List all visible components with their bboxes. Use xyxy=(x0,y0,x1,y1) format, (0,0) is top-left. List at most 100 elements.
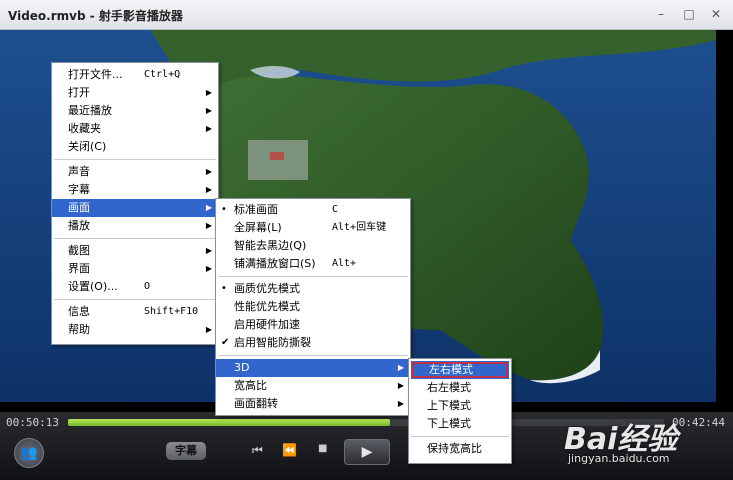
menu-item-open[interactable]: 打开 ▶ xyxy=(52,84,218,102)
menu-item-label: 截图 xyxy=(68,244,90,257)
menu-item-right-left[interactable]: 右左模式 xyxy=(409,379,511,397)
submenu-arrow-icon: ▶ xyxy=(205,124,212,133)
menu-item-standard-picture[interactable]: • 标准画面 C xyxy=(216,201,410,219)
maximize-button[interactable]: □ xyxy=(680,6,698,22)
menu-item-quality-mode[interactable]: • 画质优先模式 xyxy=(216,280,410,298)
menu-item-shortcut: O xyxy=(144,281,151,292)
submenu-arrow-icon: ▶ xyxy=(205,246,212,255)
menu-item-bottom-top[interactable]: 下上模式 xyxy=(409,415,511,433)
rewind-icon[interactable]: ⏪ xyxy=(282,443,297,457)
submenu-arrow-icon: ▶ xyxy=(397,363,404,372)
submenu-arrow-icon: ▶ xyxy=(205,167,212,176)
menu-item-help[interactable]: 帮助 ▶ xyxy=(52,321,218,339)
menu-item-label: 字幕 xyxy=(68,183,90,196)
menu-item-flip[interactable]: 画面翻转 ▶ xyxy=(216,395,410,413)
menu-item-aspect-ratio[interactable]: 宽高比 ▶ xyxy=(216,377,410,395)
menu-item-hardware-accel[interactable]: 启用硬件加速 xyxy=(216,316,410,334)
menu-item-label: 画面翻转 xyxy=(234,397,278,410)
menu-item-label: 最近播放 xyxy=(68,104,112,117)
menu-item-label: 画质优先模式 xyxy=(234,282,300,295)
menu-item-top-bottom[interactable]: 上下模式 xyxy=(409,397,511,415)
menu-item-label: 声音 xyxy=(68,165,90,178)
radio-dot-icon: • xyxy=(221,204,227,215)
menu-item-shortcut: Alt+回车键 xyxy=(332,222,387,233)
menu-item-playback[interactable]: 播放 ▶ xyxy=(52,217,218,235)
previous-icon[interactable]: ⏮ xyxy=(252,443,263,458)
submenu-arrow-icon: ▶ xyxy=(205,203,212,212)
context-menu: 打开文件... Ctrl+Q 打开 ▶ 最近播放 ▶ 收藏夹 ▶ 关闭(C) 声音 ▶ 字… xyxy=(51,62,219,345)
submenu-arrow-icon: ▶ xyxy=(205,185,212,194)
picture-submenu: • 标准画面 C 全屏幕(L) Alt+回车键 智能去黑边(Q) 铺满播放窗口(S) A… xyxy=(215,198,411,416)
menu-separator xyxy=(54,159,216,160)
menu-item-label: 打开 xyxy=(68,86,90,99)
menu-item-label: 上下模式 xyxy=(427,399,471,412)
seek-bar-fill xyxy=(68,419,390,426)
menu-separator xyxy=(54,299,216,300)
menu-item-label: 标准画面 xyxy=(234,203,278,216)
submenu-arrow-icon: ▶ xyxy=(205,325,212,334)
menu-item-label: 下上模式 xyxy=(427,417,471,430)
minimize-button[interactable]: – xyxy=(652,6,670,22)
menu-item-label: 设置(O)... xyxy=(68,280,118,293)
radio-dot-icon: • xyxy=(221,283,227,294)
menu-item-keep-aspect[interactable]: 保持宽高比 xyxy=(409,440,511,458)
menu-item-label: 宽高比 xyxy=(234,379,267,392)
menu-item-interface[interactable]: 界面 ▶ xyxy=(52,260,218,278)
time-elapsed: 00:50:13 xyxy=(6,416,59,429)
close-button[interactable]: ✕ xyxy=(707,6,725,22)
menu-item-fill-window[interactable]: 铺满播放窗口(S) Alt+ xyxy=(216,255,410,273)
menu-item-shortcut: C xyxy=(332,204,339,215)
subtitle-button[interactable]: 字幕 xyxy=(166,442,206,460)
submenu-arrow-icon: ▶ xyxy=(397,399,404,408)
menu-item-close[interactable]: 关闭(C) xyxy=(52,138,218,156)
menu-item-label: 播放 xyxy=(68,219,90,232)
menu-item-label: 铺满播放窗口(S) xyxy=(234,257,316,270)
menu-item-settings[interactable]: 设置(O)... O xyxy=(52,278,218,296)
menu-item-favorites[interactable]: 收藏夹 ▶ xyxy=(52,120,218,138)
checkmark-icon: ✔ xyxy=(221,337,230,348)
menu-separator xyxy=(54,238,216,239)
watermark-url: jingyan.baidu.com xyxy=(568,452,670,465)
menu-item-subtitles[interactable]: 字幕 ▶ xyxy=(52,181,218,199)
menu-item-info[interactable]: 信息 Shift+F10 xyxy=(52,303,218,321)
menu-item-label: 收藏夹 xyxy=(68,122,101,135)
menu-item-fullscreen[interactable]: 全屏幕(L) Alt+回车键 xyxy=(216,219,410,237)
menu-separator xyxy=(411,436,509,437)
window-title: Video.rmvb - 射手影音播放器 xyxy=(8,9,183,23)
menu-item-open-file[interactable]: 打开文件... Ctrl+Q xyxy=(52,66,218,84)
stop-icon[interactable]: ■ xyxy=(318,443,327,454)
menu-separator xyxy=(218,355,408,356)
menu-item-label: 关闭(C) xyxy=(68,140,107,153)
menu-item-picture[interactable]: 画面 ▶ xyxy=(52,199,218,217)
menu-item-label: 帮助 xyxy=(68,323,90,336)
submenu-arrow-icon: ▶ xyxy=(205,221,212,230)
menu-item-audio[interactable]: 声音 ▶ xyxy=(52,163,218,181)
menu-item-smart-crop[interactable]: 智能去黑边(Q) xyxy=(216,237,410,255)
menu-item-label: 全屏幕(L) xyxy=(234,221,282,234)
menu-item-label: 启用智能防撕裂 xyxy=(234,336,311,349)
menu-item-label: 打开文件... xyxy=(68,68,123,81)
menu-item-performance-mode[interactable]: 性能优先模式 xyxy=(216,298,410,316)
menu-item-label: 右左模式 xyxy=(427,381,471,394)
menu-item-3d[interactable]: 3D ▶ xyxy=(216,359,410,377)
submenu-arrow-icon: ▶ xyxy=(205,88,212,97)
menu-separator xyxy=(218,276,408,277)
menu-item-anti-tearing[interactable]: ✔ 启用智能防撕裂 xyxy=(216,334,410,352)
menu-item-label: 3D xyxy=(234,361,250,374)
menu-item-shortcut: Shift+F10 xyxy=(144,306,199,317)
menu-item-label: 性能优先模式 xyxy=(234,300,300,313)
baidu-watermark: Bai经验 jingyan.baidu.com xyxy=(564,404,714,474)
menu-item-screenshot[interactable]: 截图 ▶ xyxy=(52,242,218,260)
submenu-arrow-icon: ▶ xyxy=(397,381,404,390)
threed-submenu: 左右模式 右左模式 上下模式 下上模式 保持宽高比 xyxy=(408,358,512,464)
menu-item-label: 左右模式 xyxy=(429,363,473,376)
menu-item-shortcut: Alt+ xyxy=(332,258,357,269)
menu-item-recent[interactable]: 最近播放 ▶ xyxy=(52,102,218,120)
submenu-arrow-icon: ▶ xyxy=(205,106,212,115)
menu-item-label: 保持宽高比 xyxy=(427,442,482,455)
menu-item-label: 信息 xyxy=(68,305,90,318)
title-bar: Video.rmvb - 射手影音播放器 – □ ✕ xyxy=(0,0,733,30)
menu-item-side-by-side[interactable]: 左右模式 xyxy=(411,361,509,379)
users-icon[interactable]: 👥 xyxy=(14,438,44,468)
play-button[interactable]: ▶ xyxy=(344,439,390,465)
